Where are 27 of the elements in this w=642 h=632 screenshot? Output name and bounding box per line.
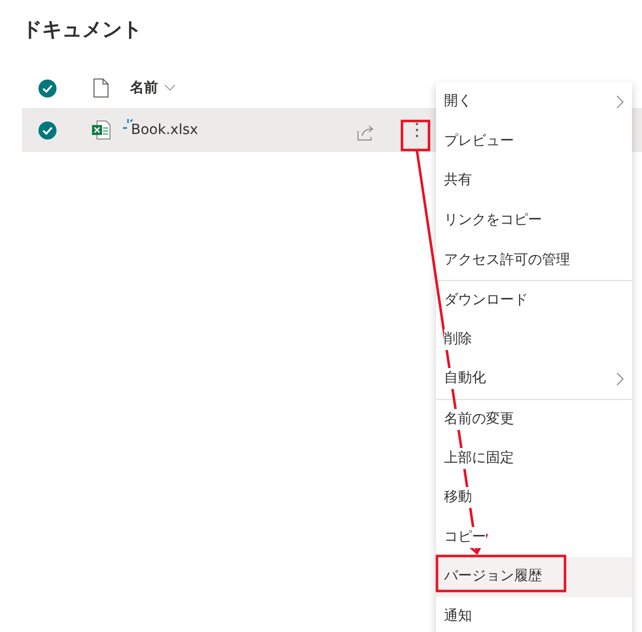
chevron-right-icon <box>616 94 624 109</box>
menu-item[interactable]: プレビュー <box>436 122 632 162</box>
menu-item[interactable]: アクセス許可の管理 <box>436 240 632 280</box>
file-icon <box>93 78 109 98</box>
menu-item[interactable]: リンクをコピー <box>436 200 632 240</box>
chevron-right-icon <box>616 372 624 386</box>
spreadsheet-icon <box>91 120 111 140</box>
menu-item[interactable]: 上部に固定 <box>436 438 632 478</box>
more-icon <box>414 122 418 138</box>
menu-item[interactable]: コピー <box>436 518 632 558</box>
menu-item[interactable]: ダウンロード <box>436 280 632 320</box>
menu-item[interactable]: 自動化 <box>436 359 632 399</box>
menu-item[interactable]: 通知 <box>436 596 632 632</box>
menu-item[interactable]: 開く <box>436 82 632 122</box>
column-header[interactable]: 名前 <box>130 78 158 98</box>
menu-item[interactable]: 削除 <box>436 320 632 360</box>
checkbox[interactable] <box>38 120 56 140</box>
new-item-icon <box>122 118 133 128</box>
checkbox[interactable] <box>38 78 56 98</box>
menu-item[interactable]: 名前の変更 <box>436 398 632 438</box>
menu-item[interactable]: 移動 <box>436 478 632 518</box>
file-name[interactable]: Book.xlsx <box>131 120 198 140</box>
highlight-frame <box>400 120 430 152</box>
chevron-down-icon[interactable] <box>164 84 176 92</box>
page-title: ドキュメント <box>22 16 143 43</box>
menu-item[interactable]: バージョン履歴 <box>436 557 632 597</box>
menu-item[interactable]: 共有 <box>436 161 632 201</box>
